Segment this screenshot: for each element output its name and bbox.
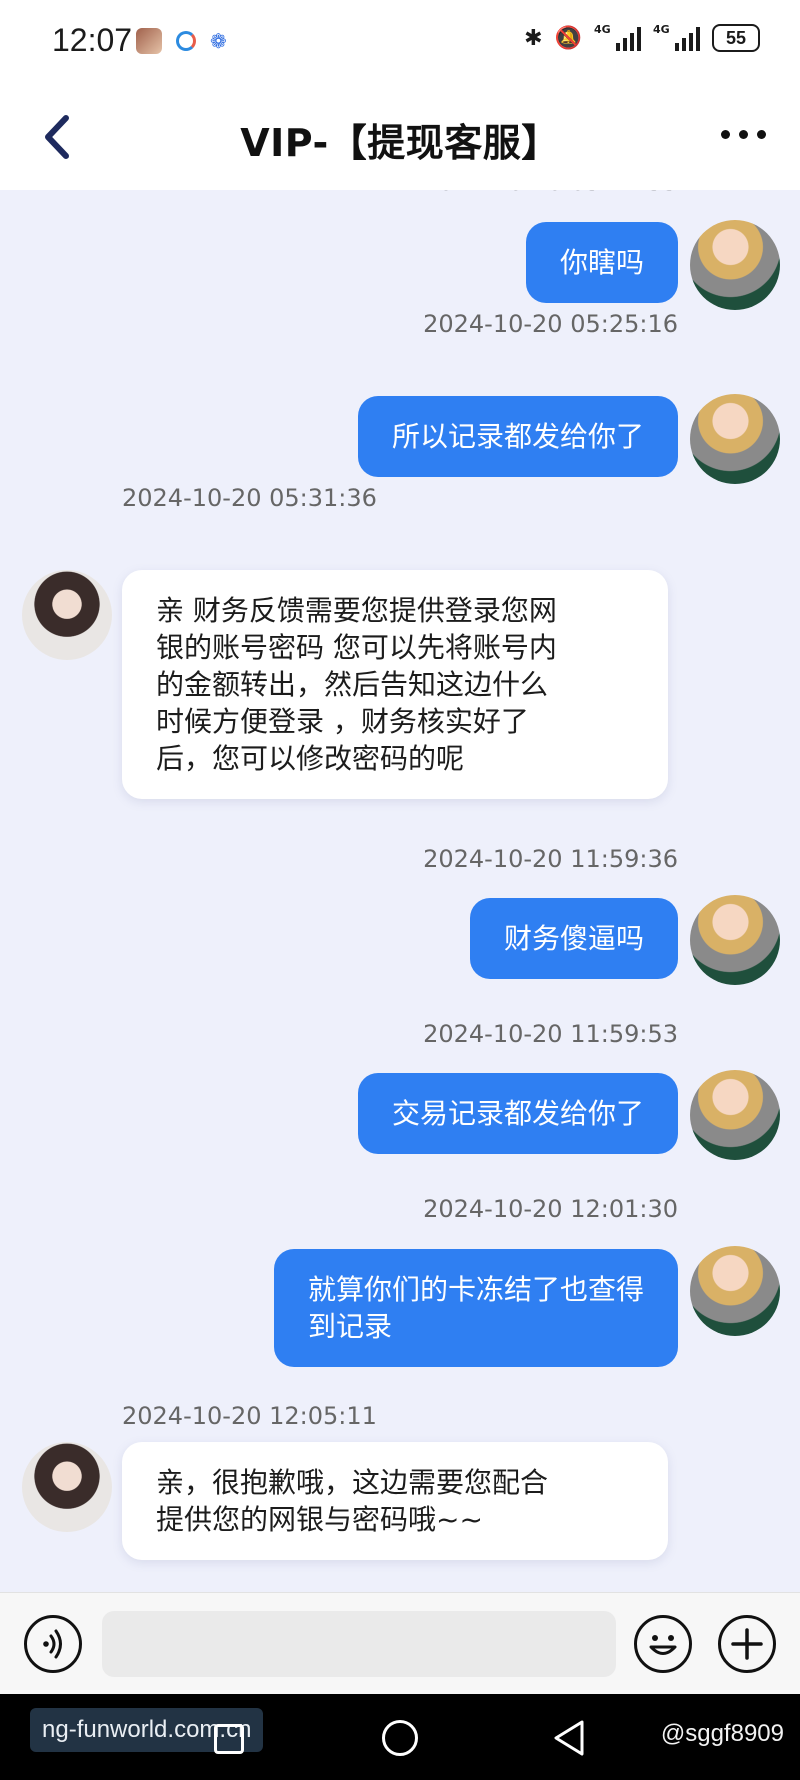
voice-input-icon[interactable] [24, 1615, 82, 1673]
emoji-icon[interactable] [634, 1615, 692, 1673]
paw-icon: ❁ [210, 29, 227, 53]
message-line: 就算你们的卡冻结了也查得 [307, 1273, 644, 1306]
signal-icon: 4G [653, 23, 700, 51]
notification-icons: ❁ [136, 28, 227, 54]
message-line: 交易记录都发给你了 [391, 1097, 644, 1130]
message-list[interactable]: 2024-10-20 05:24:55 你瞎吗 2024-10-20 05:25… [0, 168, 800, 1590]
home-icon[interactable] [382, 1720, 418, 1756]
system-nav-bar: ng-funworld.com.cn @sggf8909 [0, 1694, 800, 1780]
status-indicators: ✱ 🔕 4G 4G 55 [524, 23, 760, 52]
message-bubble[interactable]: 财务傻逼吗 [469, 898, 678, 979]
signal-icon: 4G [594, 23, 641, 51]
chat-screen: 12:07 ❁ ✱ 🔕 4G 4G 55 VIP-【提现客服】 你瞎吗 2024… [0, 0, 800, 1780]
message-line: 时候方便登录 ，财务核实好了 [156, 705, 529, 738]
message-timestamp: 2024-10-20 11:59:53 [423, 1020, 678, 1048]
message-line: 亲 财务反馈需要您提供登录您网 [156, 594, 557, 627]
agent-avatar[interactable] [22, 1442, 112, 1532]
message-bubble[interactable]: 就算你们的卡冻结了也查得 到记录 [273, 1249, 678, 1367]
message-bubble[interactable]: 亲 财务反馈需要您提供登录您网 银的账号密码 您可以先将账号内 的金额转出，然后… [122, 570, 668, 799]
message-line: 后，您可以修改密码的呢 [156, 742, 465, 775]
app-notification-icon [176, 31, 196, 51]
message-line: 你瞎吗 [559, 246, 644, 279]
message-timestamp: 2024-10-20 05:25:16 [423, 310, 678, 338]
bluetooth-icon: ✱ [524, 25, 543, 51]
chat-title: VIP-【提现客服】 [240, 121, 560, 165]
message-line: 提供您的网银与密码哦~~ [156, 1503, 483, 1536]
recent-apps-icon[interactable] [214, 1724, 244, 1754]
message-timestamp: 2024-10-20 12:01:30 [423, 1195, 678, 1223]
user-avatar[interactable] [690, 394, 780, 484]
message-line: 所以记录都发给你了 [391, 420, 644, 453]
battery-icon: 55 [712, 24, 760, 52]
message-line: 亲，很抱歉哦，这边需要您配合 [156, 1466, 549, 1499]
input-bar [0, 1592, 800, 1694]
chat-header: VIP-【提现客服】 [0, 82, 800, 190]
user-avatar[interactable] [690, 1070, 780, 1160]
message-bubble[interactable]: 所以记录都发给你了 [357, 396, 678, 477]
message-bubble[interactable]: 你瞎吗 [525, 222, 678, 303]
app-avatar-icon [136, 28, 162, 54]
user-avatar[interactable] [690, 220, 780, 310]
message-bubble[interactable]: 亲，很抱歉哦，这边需要您配合 提供您的网银与密码哦~~ [122, 1442, 668, 1560]
message-timestamp: 2024-10-20 11:59:36 [423, 845, 678, 873]
network-type-label: 4G [653, 23, 670, 36]
message-bubble[interactable]: 交易记录都发给你了 [357, 1073, 678, 1154]
message-timestamp: 2024-10-20 05:31:36 [122, 484, 377, 512]
status-time: 12:07 [52, 22, 133, 58]
message-line: 财务傻逼吗 [503, 922, 644, 955]
message-line: 到记录 [307, 1310, 392, 1343]
user-avatar[interactable] [690, 895, 780, 985]
message-line: 银的账号密码 您可以先将账号内 [156, 631, 557, 664]
message-input[interactable] [102, 1611, 616, 1677]
user-avatar[interactable] [690, 1246, 780, 1336]
status-bar: 12:07 ❁ ✱ 🔕 4G 4G 55 [0, 0, 800, 82]
mute-bell-icon: 🔕 [554, 25, 582, 51]
message-line: 的金额转出，然后告知这边什么 [156, 668, 549, 701]
watermark-handle: @sggf8909 [660, 1720, 784, 1747]
agent-avatar[interactable] [22, 570, 112, 660]
nav-back-icon[interactable] [550, 1718, 586, 1758]
network-type-label: 4G [594, 23, 611, 36]
more-options-icon[interactable] [721, 130, 766, 139]
plus-icon[interactable] [718, 1615, 776, 1673]
message-timestamp: 2024-10-20 12:05:11 [122, 1402, 377, 1430]
